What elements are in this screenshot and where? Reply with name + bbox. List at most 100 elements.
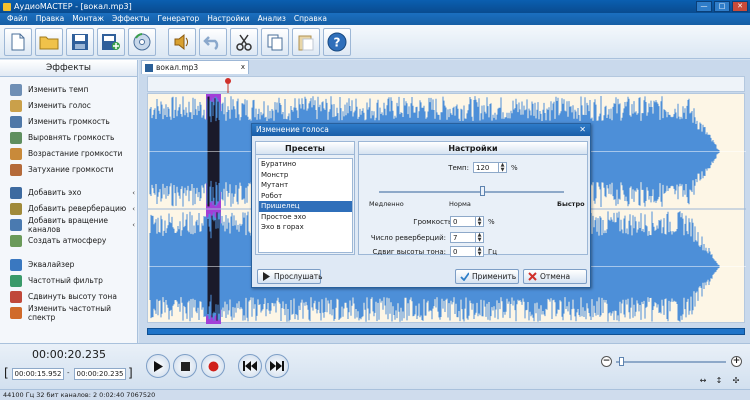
speaker-icon [174,33,188,51]
save-button[interactable] [66,28,94,56]
effect-item-label: Затухание громкости [28,165,114,174]
people-icon [10,115,22,128]
tempo-unit: % [511,164,518,172]
tempo-slider-track[interactable] [379,191,564,193]
apply-button[interactable]: Применить [455,269,519,284]
echo-spin-arrows-icon[interactable]: ▲ ▼ [475,217,483,226]
stop-icon [180,361,190,371]
zoom-out-button[interactable]: − [601,356,612,367]
effect-item[interactable]: Добавить вращение каналов ‹ [0,216,138,234]
menu-edit[interactable]: Правка [32,13,69,25]
horizontal-scrollbar[interactable] [147,328,745,335]
effects-header: Эффекты [0,60,137,77]
settings-group: Настройки Темп: 120 ▲ ▼ % Медленно Норма … [358,141,588,257]
rewind-button[interactable] [238,354,262,378]
play-small-icon [263,272,270,281]
selection-end-field[interactable]: 00:00:20.235 [74,368,126,380]
zoom-all-icon[interactable]: ✣ [730,376,742,386]
menu-effects[interactable]: Эффекты [108,13,154,25]
svg-text:?: ? [334,36,341,50]
undo-button[interactable] [199,28,227,56]
play-icon [154,360,163,372]
effect-item[interactable]: Добавить реверберацию ‹ [0,201,138,216]
file-tab-close-icon[interactable]: x [241,61,245,74]
cancel-button[interactable]: Отмена [523,269,587,284]
effect-item[interactable]: Создать атмосферу [0,233,138,248]
effect-item[interactable]: Изменить темп [0,82,138,97]
stop-button[interactable] [173,354,197,378]
menu-analysis[interactable]: Анализ [254,13,290,25]
filter-icon [10,274,22,287]
echo-volume-spinbox[interactable]: 0 ▲ ▼ [450,216,484,227]
pitch-spin-arrows-icon[interactable]: ▲ ▼ [475,247,483,256]
menu-montage[interactable]: Монтаж [68,13,108,25]
help-button[interactable]: ? [323,28,351,56]
add-file-button[interactable] [97,28,125,56]
play-button[interactable] [146,354,170,378]
submenu-arrow-icon[interactable]: ‹ [132,205,135,213]
paste-icon [298,35,314,51]
reverb-spin-arrows-icon[interactable]: ▲ ▼ [475,233,483,242]
open-folder-button[interactable] [35,28,63,56]
effect-item[interactable]: Выровнять громкость [0,130,138,145]
tempo-slider-thumb[interactable] [480,186,485,196]
help-icon: ? [327,32,347,52]
minimize-button[interactable]: — [696,1,712,12]
menu-settings[interactable]: Настройки [203,13,253,25]
atmosphere-icon [10,234,22,247]
speaker-button[interactable] [168,28,196,56]
file-tab[interactable]: вокал.mp3 x [141,60,249,74]
preset-item[interactable]: Монстр [259,170,352,181]
effect-item[interactable]: Частотный фильтр [0,273,138,288]
echo-icon [10,186,22,199]
preset-item[interactable]: Простое эхо [259,212,352,223]
timeline-ruler[interactable] [147,76,745,93]
tempo-spin-arrows-icon[interactable]: ▲ ▼ [498,163,506,172]
cd-icon [133,33,151,51]
zoom-slider-thumb[interactable] [619,357,624,366]
menu-file[interactable]: Файл [3,13,32,25]
burn-cd-button[interactable] [128,28,156,56]
effect-item[interactable]: Возрастание громкости [0,146,138,161]
preset-item[interactable]: Буратино [259,159,352,170]
submenu-arrow-icon[interactable]: ‹ [132,189,135,197]
preset-item[interactable]: Робот [259,191,352,202]
floppy-icon [72,34,88,50]
effect-item[interactable]: Эквалайзер [0,257,138,272]
pitch-shift-spinbox[interactable]: 0 ▲ ▼ [450,246,484,257]
close-window-button[interactable]: ✕ [732,1,748,12]
fit-horizontal-icon[interactable]: ↔ [697,376,709,386]
effect-item[interactable]: Добавить эхо ‹ [0,185,138,200]
cut-button[interactable] [230,28,258,56]
effect-item-label: Создать атмосферу [28,236,107,245]
record-button[interactable] [201,354,225,378]
paste-button[interactable] [292,28,320,56]
effect-item[interactable]: Изменить частотный спектр [0,304,138,322]
submenu-arrow-icon[interactable]: ‹ [132,221,135,229]
fit-vertical-icon[interactable]: ↕ [713,376,725,386]
effect-item[interactable]: Сдвинуть высоту тона [0,289,138,304]
effect-item[interactable]: Изменить громкость [0,114,138,129]
menu-generator[interactable]: Генератор [153,13,203,25]
menu-help[interactable]: Справка [290,13,331,25]
reverb-count-value: 7 [453,234,458,242]
effect-item[interactable]: Изменить голос [0,98,138,113]
fast-forward-button[interactable] [265,354,289,378]
presets-list: Буратино Монстр Мутант Робот Пришелец Простое… [258,158,353,253]
new-file-button[interactable] [4,28,32,56]
selection-start-field[interactable]: 00:00:15.952 [12,368,64,380]
preset-item[interactable]: Пришелец [259,201,352,212]
zoom-slider-track[interactable] [616,361,726,363]
listen-button[interactable]: Прослушать [257,269,323,284]
effect-item[interactable]: Затухание громкости [0,162,138,177]
copy-button[interactable] [261,28,289,56]
presets-header: Пресеты [256,142,354,155]
clock-icon [10,83,22,96]
dialog-close-button[interactable]: ✕ [579,124,586,136]
preset-item[interactable]: Эхо в горах [259,222,352,233]
tempo-spinbox[interactable]: 120 ▲ ▼ [473,162,507,173]
zoom-in-button[interactable]: + [731,356,742,367]
maximize-button[interactable]: □ [714,1,730,12]
preset-item[interactable]: Мутант [259,180,352,191]
reverb-count-spinbox[interactable]: 7 ▲ ▼ [450,232,484,243]
